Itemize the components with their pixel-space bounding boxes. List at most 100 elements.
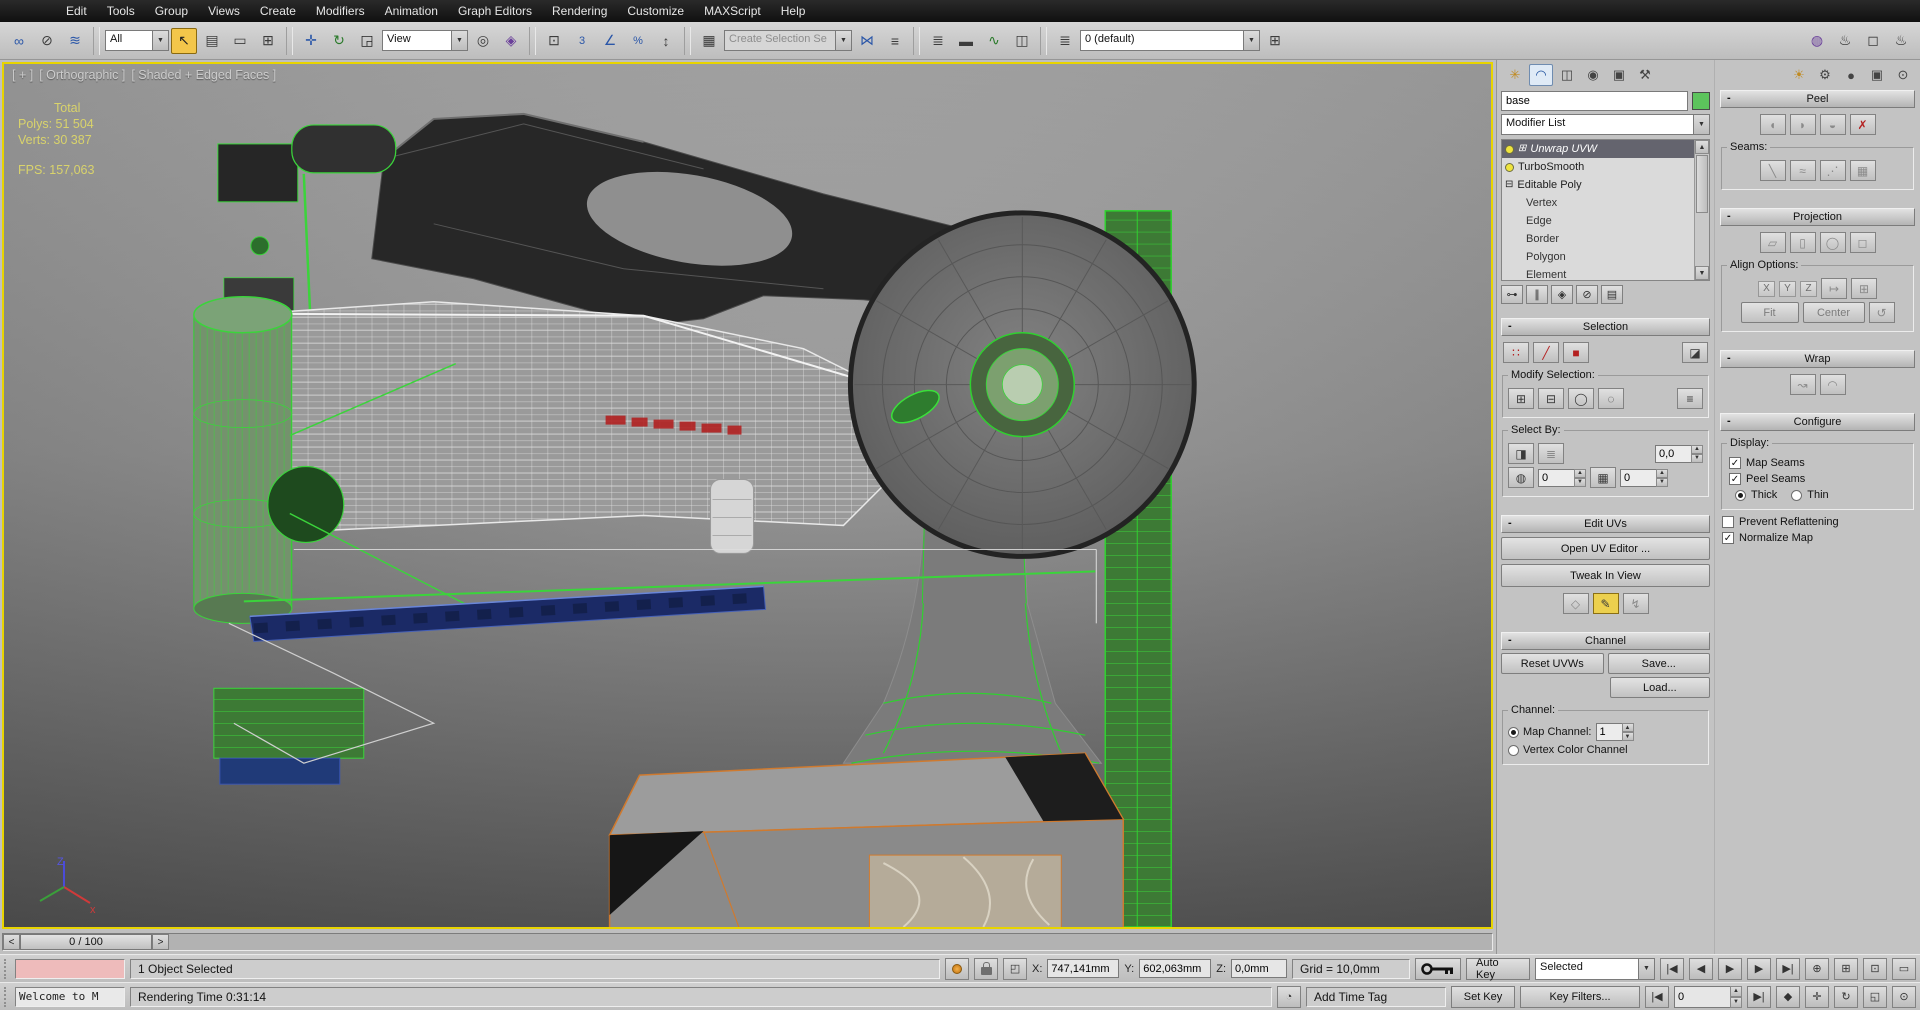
stack-item-turbosmooth[interactable]: TurboSmooth (1502, 158, 1694, 176)
current-frame-input[interactable] (1674, 985, 1730, 1008)
show-end-result-icon[interactable]: ∥ (1526, 285, 1548, 304)
stack-item-edge[interactable]: Edge (1502, 212, 1694, 230)
select-by-name-icon[interactable]: ▤ (199, 28, 225, 54)
select-element-icon[interactable]: ◪ (1682, 342, 1708, 363)
orbit-icon[interactable]: ↻ (1834, 985, 1858, 1008)
uv-move-icon[interactable]: ◇ (1562, 593, 1589, 614)
time-step-forward-button[interactable]: > (152, 934, 169, 950)
viewport[interactable]: [ + ] [ Orthographic ] [ Shaded + Edged … (2, 62, 1493, 929)
select-and-scale-icon[interactable]: ◲ (354, 28, 380, 54)
stack-item-element[interactable]: Element (1502, 266, 1694, 280)
material-id-input[interactable] (1620, 468, 1656, 487)
add-time-tag[interactable]: Add Time Tag (1306, 986, 1446, 1007)
spin-up-icon[interactable]: ▲ (1656, 468, 1668, 478)
viewport-menu-pov[interactable]: [ Orthographic ] (39, 68, 125, 82)
previous-frame-button[interactable]: ◀ (1689, 957, 1713, 980)
bind-to-space-warp-icon[interactable]: ≋ (62, 28, 88, 54)
menu-item-customize[interactable]: Customize (617, 1, 694, 21)
reset-peel-icon[interactable]: ✗ (1849, 114, 1876, 135)
seam-options-icon[interactable]: ▦ (1849, 160, 1876, 181)
make-unique-icon[interactable]: ◈ (1551, 285, 1573, 304)
spin-up-icon[interactable]: ▲ (1621, 723, 1634, 732)
next-frame-button[interactable]: ▶ (1747, 957, 1771, 980)
set-key-button[interactable]: Set Key (1451, 985, 1515, 1008)
select-and-link-icon[interactable]: ∞ (6, 28, 32, 54)
remove-modifier-icon[interactable]: ⊘ (1576, 285, 1598, 304)
spinner-snap-icon[interactable]: ↕ (653, 28, 679, 54)
menu-item-help[interactable]: Help (771, 1, 816, 21)
spin-down-icon[interactable]: ▼ (1730, 996, 1742, 1008)
tab-hierarchy[interactable]: ◫ (1555, 64, 1579, 86)
map-channel-input[interactable] (1595, 723, 1622, 741)
scroll-up-icon[interactable]: ▲ (1695, 140, 1709, 154)
auto-key-button[interactable]: Auto Key (1466, 957, 1530, 981)
x-coordinate-input[interactable] (1047, 959, 1120, 978)
set-keys-button[interactable] (1415, 957, 1461, 980)
stack-item-border[interactable]: Border (1502, 230, 1694, 248)
select-and-move-icon[interactable]: ✛ (298, 28, 324, 54)
z-coordinate-input[interactable] (1231, 959, 1287, 978)
time-slider-thumb[interactable]: 0 / 100 (20, 934, 152, 950)
align-to-view-icon[interactable]: ↦ (1821, 278, 1847, 299)
material-editor-icon[interactable]: ◍ (1804, 28, 1830, 54)
modifier-list-dropdown[interactable]: Modifier List ▼ (1501, 114, 1710, 135)
open-uv-editor-button[interactable]: Open UV Editor ... (1501, 537, 1710, 560)
spin-up-icon[interactable]: ▲ (1730, 985, 1742, 997)
save-uvws-button[interactable]: Save... (1607, 653, 1710, 674)
align-x-button[interactable]: X (1758, 280, 1775, 297)
y-coordinate-input[interactable] (1139, 959, 1212, 978)
align-y-button[interactable]: Y (1779, 280, 1796, 297)
tab-modify[interactable]: ◠ (1529, 64, 1553, 86)
menu-item-rendering[interactable]: Rendering (542, 1, 617, 21)
menu-item-tools[interactable]: Tools (97, 1, 145, 21)
object-name-input[interactable] (1501, 91, 1688, 111)
normalize-map-checkbox[interactable]: ✓ Normalize Map (1722, 532, 1913, 544)
go-to-end-button[interactable]: ▶| (1776, 957, 1800, 980)
edit-named-selection-sets-icon[interactable]: ▦ (696, 28, 722, 54)
layers-toolbar-icon[interactable]: ≣ (1052, 28, 1078, 54)
pin-stack-icon[interactable]: ⊶ (1501, 285, 1523, 304)
peel-mode-icon[interactable]: ◗ (1789, 114, 1816, 135)
uv-edit-icon[interactable]: ✎ (1592, 593, 1619, 614)
selection-menu-icon[interactable]: ≡ (1677, 388, 1703, 409)
center-button[interactable]: Center (1802, 302, 1865, 323)
isolate-selection-icon[interactable] (945, 957, 970, 980)
key-filter-dropdown[interactable]: Selected ▼ (1535, 957, 1655, 980)
time-tag-icon[interactable]: ◔ (1277, 985, 1301, 1008)
configure-rollout-header[interactable]: - Configure (1720, 413, 1915, 431)
menu-item-views[interactable]: Views (198, 1, 250, 21)
selection-rollout-header[interactable]: - Selection (1501, 318, 1710, 336)
select-and-manipulate-icon[interactable]: ◈ (498, 28, 524, 54)
stack-item-unwrap-uvw[interactable]: ⊞ Unwrap UVW (1502, 140, 1694, 158)
edge-mode-icon[interactable]: ╱ (1533, 342, 1559, 363)
vertex-color-channel-radio[interactable] (1508, 744, 1519, 756)
cylindrical-map-icon[interactable]: ▯ (1789, 232, 1816, 253)
edit-uvs-rollout-header[interactable]: - Edit UVs (1501, 515, 1710, 533)
spherical-map-icon[interactable]: ◯ (1819, 232, 1846, 253)
expand-icon[interactable]: ⊞ (1518, 144, 1526, 154)
fit-button[interactable]: Fit (1740, 302, 1799, 323)
spin-up-icon[interactable]: ▲ (1574, 468, 1586, 478)
loop-selection-icon[interactable]: ◌ (1598, 388, 1624, 409)
planar-angle-input[interactable] (1655, 444, 1691, 463)
time-slider-track[interactable]: < 0 / 100 > (2, 933, 1493, 951)
sun-icon[interactable]: ☀ (1787, 64, 1811, 86)
menu-item-edit[interactable]: Edit (56, 1, 97, 21)
align-icon[interactable]: ≡ (882, 28, 908, 54)
maximize-viewport-icon[interactable]: ◱ (1863, 985, 1887, 1008)
spline-map-icon[interactable]: ↝ (1789, 374, 1816, 395)
spin-up-icon[interactable]: ▲ (1691, 444, 1703, 454)
peel-rollout-header[interactable]: - Peel (1720, 90, 1915, 108)
named-selection-dropdown[interactable]: Create Selection Se ▼ (724, 30, 852, 51)
stack-item-vertex[interactable]: Vertex (1502, 194, 1694, 212)
use-pivot-point-center-icon[interactable]: ◎ (470, 28, 496, 54)
sphere-icon[interactable]: ● (1839, 64, 1863, 86)
edit-seams-icon[interactable]: ╲ (1759, 160, 1786, 181)
reference-coordinate-dropdown[interactable]: View ▼ (382, 30, 468, 51)
menu-item-modifiers[interactable]: Modifiers (306, 1, 375, 21)
pelt-map-icon[interactable]: ◒ (1819, 114, 1846, 135)
grow-selection-icon[interactable]: ⊞ (1508, 388, 1534, 409)
zoom-extents-icon[interactable]: ⊡ (1863, 957, 1887, 980)
unlink-selection-icon[interactable]: ⊘ (34, 28, 60, 54)
menu-item-group[interactable]: Group (145, 1, 198, 21)
